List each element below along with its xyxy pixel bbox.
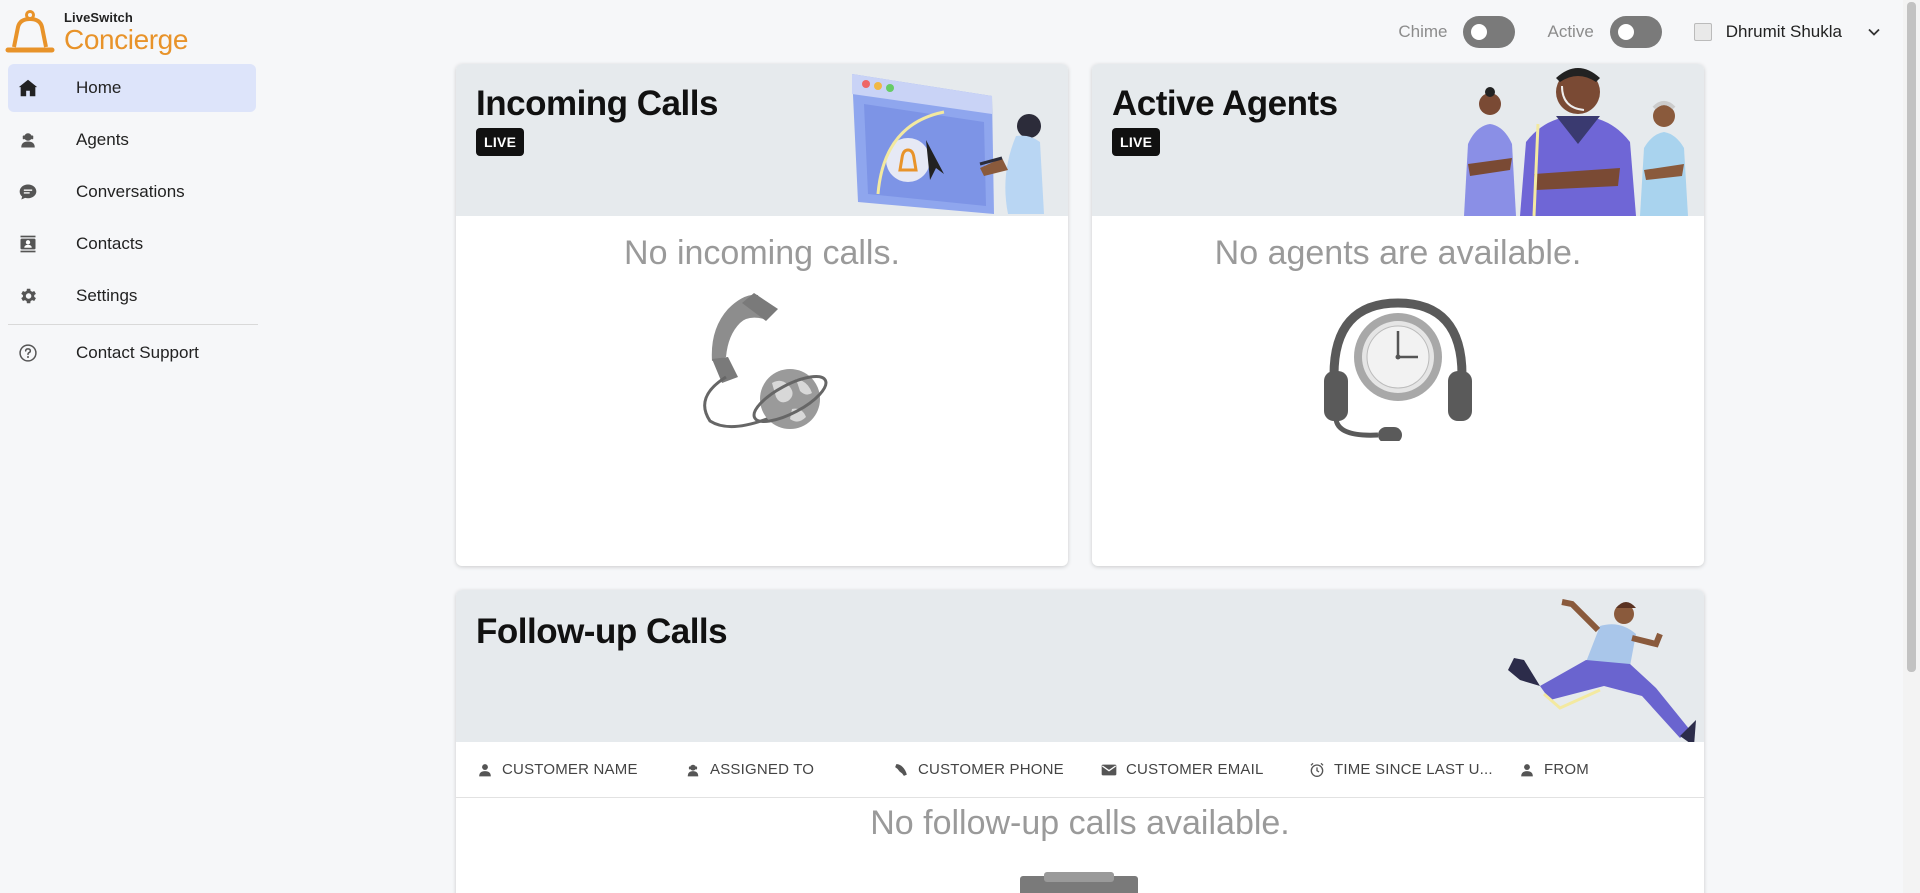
active-agents-title: Active Agents xyxy=(1112,84,1338,123)
brand-name: Concierge xyxy=(64,23,189,55)
sidebar-item-agents[interactable]: Agents xyxy=(8,116,256,164)
sidebar-item-contact-support[interactable]: Contact Support xyxy=(8,329,256,377)
help-icon xyxy=(16,341,40,365)
app-logo[interactable]: LiveSwitch Concierge xyxy=(4,6,188,58)
sidebar-item-label: Home xyxy=(76,78,122,97)
gear-icon xyxy=(16,284,40,308)
alarm-clock-icon xyxy=(1308,761,1326,779)
avatar xyxy=(1693,23,1712,41)
followup-calls-header: Follow-up Calls xyxy=(456,590,1704,742)
column-from[interactable]: FROM xyxy=(1518,761,1678,779)
sidebar-nav: Home Agents Conversations Contacts Setti… xyxy=(8,64,258,381)
user-menu[interactable]: Dhrumit Shukla xyxy=(1693,22,1882,42)
agent-icon xyxy=(16,128,40,152)
chime-toggle[interactable] xyxy=(1463,16,1516,48)
bell-logo-icon xyxy=(5,10,55,53)
incoming-calls-header: Incoming Calls LIVE xyxy=(456,64,1068,216)
person-icon xyxy=(1518,761,1536,779)
followup-calls-card: Follow-up Calls CUSTOMER NAME ASSIGNED T… xyxy=(456,590,1704,893)
sidebar-item-home[interactable]: Home xyxy=(8,64,256,112)
active-agents-header: Active Agents LIVE xyxy=(1092,64,1704,216)
column-label: CUSTOMER PHONE xyxy=(918,761,1064,778)
phone-icon xyxy=(892,761,910,779)
column-customer-email[interactable]: CUSTOMER EMAIL xyxy=(1100,761,1308,779)
agent-icon xyxy=(684,761,702,779)
chime-label: Chime xyxy=(1398,22,1448,41)
active-toggle[interactable] xyxy=(1609,16,1662,48)
column-assigned-to[interactable]: ASSIGNED TO xyxy=(684,761,892,779)
nav-divider xyxy=(8,324,258,325)
active-agents-card: Active Agents LIVE No agents are availab… xyxy=(1092,64,1704,566)
incoming-calls-title: Incoming Calls xyxy=(476,84,718,123)
phone-globe-icon xyxy=(703,293,828,429)
user-name: Dhrumit Shukla xyxy=(1725,22,1842,41)
followup-table-header: CUSTOMER NAME ASSIGNED TO CUSTOMER PHONE… xyxy=(456,742,1704,798)
headset-clock-icon xyxy=(1324,298,1472,441)
active-label: Active xyxy=(1547,22,1594,41)
sidebar-item-label: Conversations xyxy=(76,182,185,201)
page-scrollbar[interactable] xyxy=(1903,0,1920,893)
sidebar-item-conversations[interactable]: Conversations xyxy=(8,168,256,216)
brand-small: LiveSwitch xyxy=(64,9,133,25)
sidebar-item-label: Contacts xyxy=(76,234,144,253)
column-customer-phone[interactable]: CUSTOMER PHONE xyxy=(892,761,1100,779)
agents-team-illustration xyxy=(1464,68,1688,216)
scrollbar-thumb[interactable] xyxy=(1907,2,1916,672)
sidebar-item-label: Settings xyxy=(76,286,138,305)
sidebar: LiveSwitch Concierge Home Agents Convers… xyxy=(0,0,258,893)
live-badge: LIVE xyxy=(1112,128,1161,156)
contacts-icon xyxy=(16,232,40,256)
sidebar-item-contacts[interactable]: Contacts xyxy=(8,220,256,268)
column-label: CUSTOMER EMAIL xyxy=(1126,761,1264,778)
column-customer-name[interactable]: CUSTOMER NAME xyxy=(476,761,684,779)
agents-empty-text: No agents are available. xyxy=(1214,234,1582,272)
column-label: TIME SINCE LAST U... xyxy=(1334,761,1493,778)
topbar: Chime Active Dhrumit Shukla xyxy=(1398,14,1882,50)
home-icon xyxy=(16,76,40,100)
column-label: FROM xyxy=(1544,761,1589,778)
followup-empty-text: No follow-up calls available. xyxy=(870,804,1290,842)
chevron-down-icon xyxy=(1868,28,1880,36)
empty-state-illustration xyxy=(1020,872,1138,893)
mail-icon xyxy=(1100,761,1118,779)
column-time-since-last-update[interactable]: TIME SINCE LAST U... xyxy=(1308,761,1518,779)
chat-icon xyxy=(16,180,40,204)
column-label: CUSTOMER NAME xyxy=(502,761,638,778)
incoming-calls-card: Incoming Calls LIVE No incoming calls. xyxy=(456,64,1068,566)
sidebar-item-label: Agents xyxy=(76,130,129,149)
live-badge: LIVE xyxy=(476,128,525,156)
running-man-illustration xyxy=(1508,599,1696,742)
browser-person-illustration xyxy=(852,74,1044,214)
sidebar-item-label: Contact Support xyxy=(76,343,199,362)
sidebar-item-settings[interactable]: Settings xyxy=(8,272,256,320)
column-label: ASSIGNED TO xyxy=(710,761,815,778)
person-icon xyxy=(476,761,494,779)
followup-calls-title: Follow-up Calls xyxy=(476,612,728,651)
incoming-empty-text: No incoming calls. xyxy=(624,234,900,272)
